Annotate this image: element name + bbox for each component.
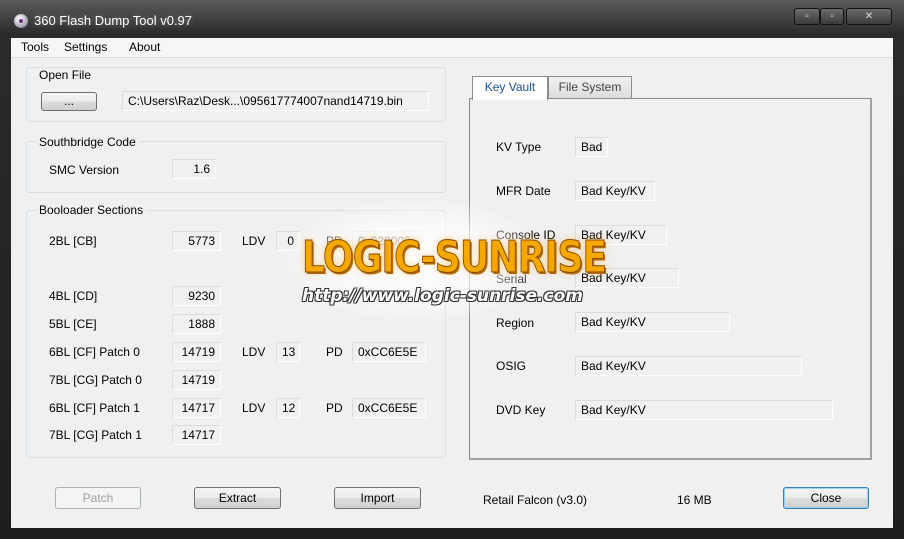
pd-label: PD: [326, 234, 343, 248]
console-id-label: Console ID: [496, 228, 556, 242]
ldv-field: 12: [276, 398, 300, 418]
bl-row-name: 7BL [CG] Patch 0: [49, 373, 142, 387]
window-close-button[interactable]: ✕: [846, 8, 892, 25]
menu-bar: Tools Settings About: [11, 38, 893, 58]
window-title: 360 Flash Dump Tool v0.97: [34, 13, 193, 28]
pd-label: PD: [326, 401, 343, 415]
menu-about[interactable]: About: [129, 40, 160, 54]
title-bar[interactable]: 360 Flash Dump Tool v0.97 ▫ ▫ ✕: [0, 0, 904, 38]
serial-field: Bad Key/KV: [575, 268, 679, 288]
mfr-date-field: Bad Key/KV: [575, 181, 655, 201]
mfr-date-label: MFR Date: [496, 184, 551, 198]
tab-key-vault[interactable]: Key Vault: [472, 76, 548, 100]
bl-row-value: 14719: [172, 370, 221, 390]
minimize-button[interactable]: ▫: [794, 8, 820, 25]
console-type-status: Retail Falcon (v3.0): [483, 493, 588, 507]
file-path-field[interactable]: C:\Users\Raz\Desk...\095617774007nand147…: [122, 91, 429, 111]
region-label: Region: [496, 316, 535, 330]
pd-field: 0xCC6E5E: [352, 342, 426, 362]
kv-type-field: Bad: [575, 137, 608, 157]
pd-field: 0x020000: [352, 231, 426, 251]
ldv-label: LDV: [242, 345, 266, 359]
menu-tools[interactable]: Tools: [21, 40, 49, 54]
flash-size-status: 16 MB: [677, 493, 712, 507]
maximize-button[interactable]: ▫: [820, 8, 844, 25]
osig-field: Bad Key/KV: [575, 356, 802, 376]
client-area: Tools Settings About Open File ... C:\Us…: [11, 38, 893, 528]
menu-settings[interactable]: Settings: [64, 40, 107, 54]
bl-row-name: 5BL [CE]: [49, 317, 97, 331]
serial-label: Serial: [496, 272, 527, 286]
extract-button[interactable]: Extract: [194, 487, 281, 509]
ldv-label: LDV: [242, 234, 266, 248]
open-file-label: Open File: [36, 68, 95, 82]
bl-row-name: 2BL [CB]: [49, 234, 97, 248]
bl-row-value: 14717: [172, 398, 221, 418]
tab-file-system[interactable]: File System: [548, 76, 632, 98]
region-field: Bad Key/KV: [575, 312, 730, 332]
bl-row-value: 14717: [172, 425, 221, 445]
smc-version-label: SMC Version: [49, 163, 120, 177]
dvd-key-field: Bad Key/KV: [575, 400, 833, 420]
smc-version-field: 1.6: [172, 159, 216, 179]
patch-button[interactable]: Patch: [55, 487, 141, 509]
app-window: 360 Flash Dump Tool v0.97 ▫ ▫ ✕ Tools Se…: [0, 0, 904, 539]
close-icon: ✕: [864, 11, 874, 22]
bl-row-name: 7BL [CG] Patch 1: [49, 428, 142, 442]
osig-label: OSIG: [496, 359, 527, 373]
ldv-label: LDV: [242, 401, 266, 415]
bl-row-value: 1888: [172, 314, 221, 334]
ldv-field: 13: [276, 342, 300, 362]
bl-row-name: 4BL [CD]: [49, 289, 98, 303]
bl-row-name: 6BL [CF] Patch 0: [49, 345, 140, 359]
dvd-key-label: DVD Key: [496, 403, 546, 417]
close-button[interactable]: Close: [783, 487, 869, 509]
bootloader-label: Booloader Sections: [36, 203, 147, 217]
pd-field: 0xCC6E5E: [352, 398, 426, 418]
bl-row-value: 14719: [172, 342, 221, 362]
bl-row-value: 5773: [172, 231, 221, 251]
kv-type-label: KV Type: [496, 140, 542, 154]
browse-button[interactable]: ...: [41, 92, 97, 111]
maximize-icon: ▫: [830, 11, 834, 22]
ldv-field: 0: [276, 231, 300, 251]
bl-row-value: 9230: [172, 286, 221, 306]
pd-label: PD: [326, 345, 343, 359]
app-disc-icon: [14, 14, 28, 28]
import-button[interactable]: Import: [334, 487, 421, 509]
console-id-field: Bad Key/KV: [575, 225, 667, 245]
minimize-icon: ▫: [805, 11, 809, 22]
southbridge-label: Southbridge Code: [36, 135, 139, 149]
bl-row-name: 6BL [CF] Patch 1: [49, 401, 140, 415]
